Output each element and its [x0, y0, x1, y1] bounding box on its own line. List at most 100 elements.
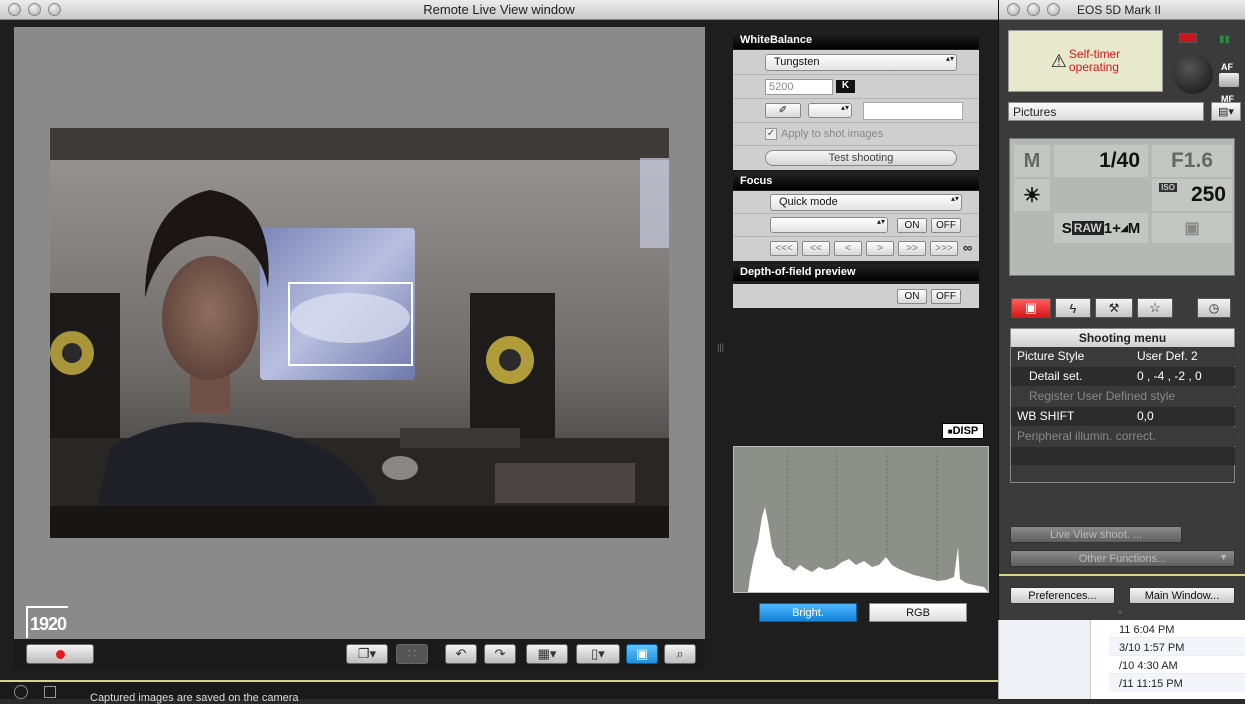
white-balance-sun-icon[interactable]: ☀ — [1014, 179, 1050, 211]
menu-row-picture-style[interactable]: Picture Style User Def. 2 — [1011, 347, 1235, 366]
minimize-window-button[interactable] — [28, 3, 41, 16]
aspect-ratio-button[interactable]: ▯▾ — [576, 644, 620, 664]
image-quality[interactable]: S RAW 1+ ◢ M — [1054, 213, 1148, 243]
list-item[interactable]: 11 6:04 PM — [1109, 620, 1245, 638]
list-item[interactable]: 3/10 1:57 PM — [1109, 638, 1245, 656]
iso-value: 250 — [1190, 183, 1226, 206]
zoom-window-button[interactable] — [48, 3, 61, 16]
main-window-button[interactable]: Main Window... — [1129, 587, 1235, 604]
shutter-speed[interactable]: 1/40 — [1054, 145, 1148, 177]
resize-grip-icon[interactable]: ≡ — [1097, 610, 1143, 618]
camera-icon: ▣ — [1024, 300, 1038, 315]
dof-on-button[interactable]: ON — [897, 289, 927, 304]
disp-button[interactable]: ■ DISP — [942, 423, 984, 439]
tab-mymenu[interactable]: ☆ — [1137, 298, 1173, 318]
quality-raw: RAW — [1071, 221, 1104, 235]
main-dial-icon[interactable] — [1173, 54, 1213, 94]
aspect-icon: ▯▾ — [591, 646, 605, 661]
focus-far-large-button[interactable]: >>> — [930, 241, 958, 256]
histogram — [733, 446, 989, 593]
tools-icon: ⚒ — [1108, 301, 1120, 315]
focus-near-small-button[interactable]: < — [834, 241, 862, 256]
apply-checkbox[interactable]: ✓ — [765, 128, 777, 140]
tab-flash[interactable]: ϟ — [1055, 298, 1091, 318]
rotate-right-button[interactable]: ↷ — [484, 644, 516, 664]
whitebalance-panel: Tungsten 5200 K ✐ ✓ Apply to shot images… — [733, 50, 979, 170]
list-item[interactable]: /10 4:30 AM — [1109, 656, 1245, 674]
destination-folder-field[interactable]: Pictures — [1008, 102, 1204, 121]
menu-row-register-style: Register User Defined style — [1011, 387, 1235, 406]
warning-icon: ⚠ — [1050, 50, 1067, 71]
focus-mode-select[interactable]: Quick mode — [770, 194, 962, 211]
divider — [999, 574, 1245, 576]
record-button[interactable] — [26, 644, 94, 664]
bright-histogram-button[interactable]: Bright. — [759, 603, 857, 622]
focus-near-medium-button[interactable]: << — [802, 241, 830, 256]
menu-label: Detail set. — [1029, 369, 1083, 383]
close-window-button[interactable] — [8, 3, 21, 16]
live-view-shoot-button[interactable]: Live View shoot. ... — [1010, 526, 1182, 543]
other-functions-label: Other Functions... — [1078, 552, 1167, 565]
connection-indicator-icon — [1179, 33, 1197, 43]
af-mf-switch[interactable] — [1219, 73, 1239, 87]
focus-mode-row: Quick mode — [733, 191, 979, 214]
focus-off-button[interactable]: OFF — [931, 218, 961, 233]
folder-menu-button[interactable]: ▤▾ — [1211, 102, 1241, 121]
wb-mode-select[interactable]: Tungsten — [765, 54, 957, 71]
chevron-down-icon: ▼ — [1219, 552, 1228, 562]
drive-camera-icon[interactable]: ▣ — [1152, 213, 1232, 243]
tab-shooting[interactable]: ▣ — [1011, 298, 1051, 318]
wb-custom-select[interactable] — [808, 103, 852, 118]
wb-kelvin-row: 5200 K — [733, 75, 979, 99]
focus-far-medium-button[interactable]: >> — [898, 241, 926, 256]
rotate-left-button[interactable]: ↶ — [445, 644, 477, 664]
image-display-button[interactable]: ▣ — [626, 644, 658, 664]
eyedropper-icon: ✐ — [778, 105, 788, 116]
test-shooting-button[interactable]: Test shooting — [765, 150, 957, 166]
grid-overlay-button[interactable]: ▦▾ — [526, 644, 568, 664]
status-text: Captured images are saved on the camera — [90, 692, 299, 704]
eos-zoom-button[interactable] — [1047, 3, 1060, 16]
list-item[interactable]: /11 11:15 PM — [1109, 674, 1245, 692]
battery-icon: ▮▮ — [1219, 34, 1231, 45]
flash-icon: ϟ — [1069, 300, 1077, 316]
focus-steps-row: <<< << < > >> >>> ∞ — [733, 237, 979, 261]
shooting-mode[interactable]: M — [1014, 145, 1050, 177]
preferences-button[interactable]: Preferences... — [1010, 587, 1115, 604]
panel-splitter-icon[interactable]: ||| — [717, 342, 725, 354]
focus-panel: Quick mode ON OFF <<< << < > >> >>> ∞ — [733, 191, 979, 261]
menu-row-empty — [1011, 447, 1235, 465]
zoom-button[interactable]: ⌕ — [664, 644, 696, 664]
iso-label: ISO — [1159, 183, 1177, 192]
wb-apply-row: ✓ Apply to shot images — [733, 123, 979, 146]
focus-near-large-button[interactable]: <<< — [770, 241, 798, 256]
iso-setting[interactable]: ISO 250 — [1152, 179, 1232, 211]
af-points-button[interactable]: ∷ — [396, 644, 428, 664]
other-functions-button[interactable]: Other Functions... ▼ — [1010, 550, 1235, 567]
menu-row-wb-shift[interactable]: WB SHIFT 0,0 — [1011, 407, 1235, 426]
eos-minimize-button[interactable] — [1027, 3, 1040, 16]
rgb-histogram-button[interactable]: RGB — [869, 603, 967, 622]
focus-aux-row: ON OFF — [733, 214, 979, 237]
dof-header: Depth-of-field preview — [733, 264, 979, 281]
live-view-titlebar: Remote Live View window — [0, 0, 998, 20]
focus-on-button[interactable]: ON — [897, 218, 927, 233]
focus-aux-select[interactable] — [770, 217, 888, 233]
wb-mode-row: Tungsten — [733, 50, 979, 75]
aperture[interactable]: F1.6 — [1152, 145, 1232, 177]
live-view-image[interactable] — [50, 128, 669, 538]
kelvin-unit-badge: K — [836, 80, 855, 93]
kelvin-input[interactable]: 5200 — [765, 79, 833, 95]
frame-display-button[interactable]: ❐▾ — [346, 644, 388, 664]
eos-titlebar: EOS 5D Mark II — [999, 0, 1245, 20]
dof-off-button[interactable]: OFF — [931, 289, 961, 304]
eos-close-button[interactable] — [1007, 3, 1020, 16]
tab-tools[interactable]: ⚒ — [1095, 298, 1133, 318]
quality-jpeg-icon: ◢ — [1120, 222, 1128, 233]
menu-value: 0 , -4 , -2 , 0 — [1137, 369, 1202, 383]
dof-panel: ON OFF — [733, 284, 979, 308]
menu-row-detail-set[interactable]: Detail set. 0 , -4 , -2 , 0 — [1011, 367, 1235, 386]
eyedropper-button[interactable]: ✐ — [765, 103, 801, 118]
tab-timer[interactable]: ◷ — [1197, 298, 1231, 318]
focus-far-small-button[interactable]: > — [866, 241, 894, 256]
